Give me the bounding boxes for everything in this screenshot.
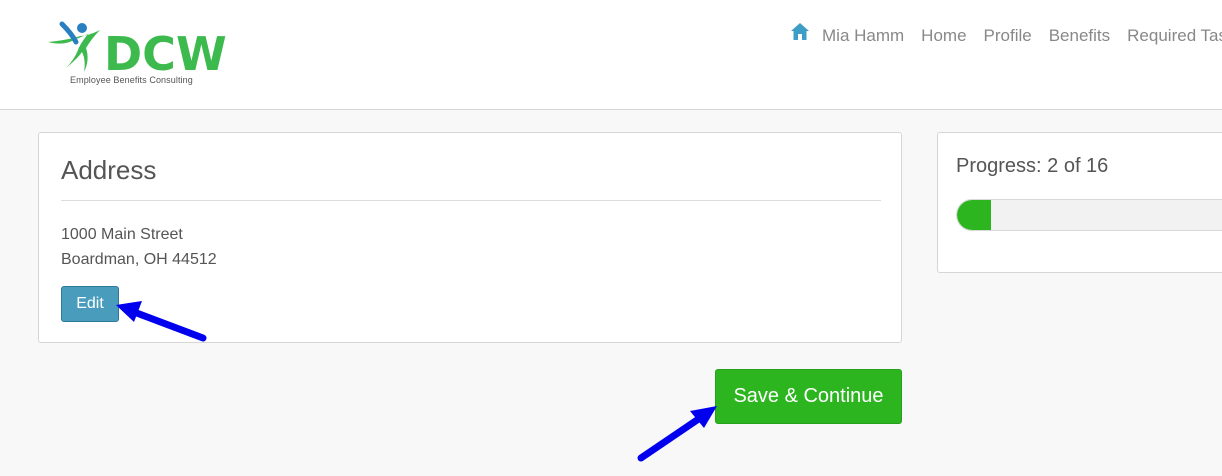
- nav-item-profile[interactable]: Profile: [984, 24, 1032, 48]
- progress-bar: [956, 199, 1222, 231]
- address-divider: [61, 200, 881, 201]
- progress-label: Progress: 2 of 16: [956, 155, 1109, 177]
- address-line-2: Boardman, OH 44512: [61, 251, 217, 268]
- edit-address-button[interactable]: Edit: [61, 286, 119, 322]
- home-icon[interactable]: [790, 22, 810, 42]
- company-logo[interactable]: DCW Employee Benefits Consulting: [44, 20, 234, 90]
- address-line-1: 1000 Main Street: [61, 226, 183, 243]
- address-title: Address: [61, 155, 157, 185]
- svg-text:DCW: DCW: [104, 27, 227, 81]
- top-navbar: DCW Employee Benefits Consulting Mia Ham…: [0, 0, 1222, 110]
- nav-item-required-tasks[interactable]: Required Tasks: [1127, 24, 1222, 48]
- nav-user-name[interactable]: Mia Hamm: [822, 24, 904, 48]
- nav-item-home[interactable]: Home: [921, 24, 966, 48]
- save-and-continue-button[interactable]: Save & Continue: [715, 369, 902, 424]
- progress-bar-fill: [957, 200, 991, 230]
- nav-item-benefits[interactable]: Benefits: [1049, 24, 1110, 48]
- progress-card: Progress: 2 of 16: [937, 132, 1222, 273]
- main-navigation: Mia Hamm Home Profile Benefits Required …: [790, 22, 1222, 48]
- save-pointer-arrow-icon: [637, 406, 717, 462]
- address-card: Address 1000 Main Street Boardman, OH 44…: [38, 132, 902, 343]
- logo-subtitle: Employee Benefits Consulting: [70, 75, 193, 85]
